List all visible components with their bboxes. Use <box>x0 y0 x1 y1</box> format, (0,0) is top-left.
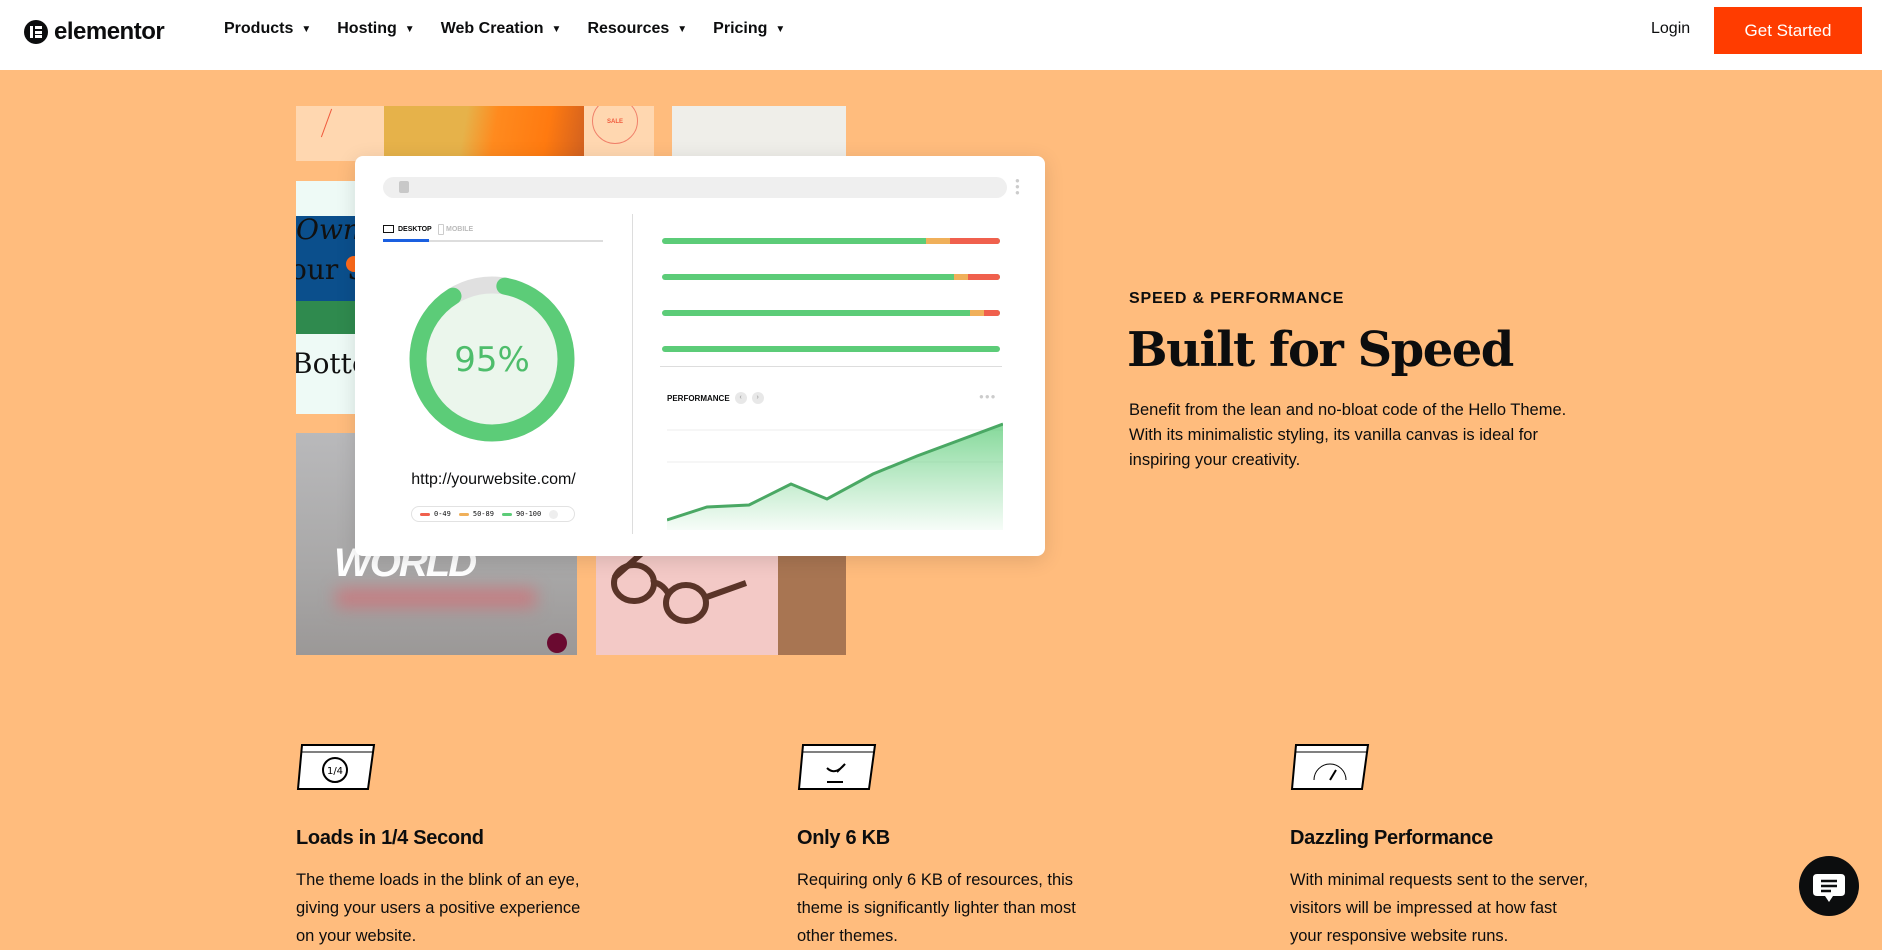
nav-web-creation[interactable]: Web Creation ▼ <box>441 20 562 38</box>
performance-area-chart <box>667 422 1003 530</box>
website-url: http://yourwebsite.com/ <box>411 471 576 488</box>
section-eyebrow: SPEED & PERFORMANCE <box>1129 290 1345 307</box>
caret-down-icon: ▼ <box>301 23 312 35</box>
speedometer-icon <box>1290 744 1370 790</box>
area-fill <box>667 424 1003 530</box>
tab-desktop[interactable]: DESKTOP <box>383 224 432 242</box>
chevron-right-icon[interactable]: › <box>751 392 764 404</box>
collage-tile-sale: SALE <box>584 106 654 161</box>
login-link[interactable]: Login <box>1651 20 1690 38</box>
legend-item: 90-100 <box>501 510 541 518</box>
phone-icon <box>438 224 444 235</box>
device-tabs: DESKTOP MOBILE <box>383 224 603 242</box>
feature-size: Only 6 KB Requiring only 6 KB of resourc… <box>797 742 1117 950</box>
nav-products[interactable]: Products ▼ <box>224 20 311 38</box>
metric-bar <box>662 346 1000 352</box>
tab-label: MOBILE <box>446 226 474 233</box>
get-started-button[interactable]: Get Started <box>1714 7 1862 54</box>
caret-down-icon: ▼ <box>551 23 562 35</box>
feature-text: Requiring only 6 KB of resources, this t… <box>797 871 1076 945</box>
score-legend: 0-49 50-89 90-100 <box>411 506 575 522</box>
divider <box>660 366 1002 367</box>
nav-resources[interactable]: Resources ▼ <box>587 20 687 38</box>
elementor-logo-icon <box>24 20 48 44</box>
feature-title: Only 6 KB <box>797 827 890 849</box>
nav-pricing[interactable]: Pricing ▼ <box>713 20 785 38</box>
tab-mobile[interactable]: MOBILE <box>438 224 473 236</box>
caret-down-icon: ▼ <box>775 23 786 35</box>
collage-photo-orange <box>384 106 584 161</box>
nav-label: Web Creation <box>440 20 544 37</box>
feature-title: Loads in 1/4 Second <box>296 827 484 849</box>
divider <box>632 214 633 534</box>
score-value: 95% <box>454 340 530 380</box>
collage-tile <box>296 106 384 161</box>
performance-header: PERFORMANCE ‹ › <box>667 392 764 404</box>
performance-label: PERFORMANCE <box>667 393 730 403</box>
more-horizontal-icon: ●●● <box>979 392 997 401</box>
collage-tile <box>672 106 846 161</box>
chat-icon <box>1813 874 1845 902</box>
nav-hosting[interactable]: Hosting ▼ <box>337 20 414 38</box>
pagespeed-mockup-card: ● ● ● DESKTOP MOBILE 95% http://yourwebsit… <box>355 156 1045 556</box>
nav-label: Pricing <box>713 20 768 37</box>
more-vertical-icon: ● ● ● <box>1015 176 1020 197</box>
caret-down-icon: ▼ <box>677 23 688 35</box>
feature-text: The theme loads in the blink of an eye, … <box>296 871 581 945</box>
stopwatch-quarter-icon: 1/4 <box>296 744 376 790</box>
svg-text:1/4: 1/4 <box>327 766 343 777</box>
address-bar <box>383 177 1007 198</box>
chat-button[interactable] <box>1799 856 1859 916</box>
feature-text: With minimal requests sent to the server… <box>1290 871 1589 945</box>
nav-label: Hosting <box>337 20 397 37</box>
feature-title: Dazzling Performance <box>1290 827 1493 849</box>
section-title: Built for Speed <box>1127 322 1514 378</box>
sale-badge: SALE <box>592 106 638 144</box>
metric-bar <box>662 238 1000 244</box>
score-donut: 95% <box>409 276 575 442</box>
collage-text: Own <box>296 213 361 246</box>
site-header: elementor Products ▼ Hosting ▼ Web Creatio… <box>0 0 1882 70</box>
logo-text: elementor <box>54 18 165 45</box>
nav-label: Products <box>224 20 294 37</box>
main-nav: Products ▼ Hosting ▼ Web Creation ▼ Resourc… <box>224 20 811 38</box>
feather-scale-icon <box>797 744 877 790</box>
lock-icon <box>399 181 409 193</box>
chevron-left-icon[interactable]: ‹ <box>734 392 747 404</box>
legend-item: 50-89 <box>458 510 494 518</box>
caret-down-icon: ▼ <box>404 23 415 35</box>
feature-loads: 1/4 Loads in 1/4 Second The theme loads … <box>296 742 616 950</box>
tab-label: DESKTOP <box>398 226 432 233</box>
elementor-logo[interactable]: elementor <box>24 18 165 46</box>
monitor-icon <box>383 225 394 233</box>
feature-performance: Dazzling Performance With minimal reques… <box>1290 742 1610 950</box>
section-description: Benefit from the lean and no-bloat code … <box>1129 401 1567 469</box>
legend-item: 0-49 <box>420 510 451 518</box>
metric-bar <box>662 274 1000 280</box>
metric-bar <box>662 310 1000 316</box>
info-icon <box>549 509 559 519</box>
nav-label: Resources <box>587 20 670 37</box>
